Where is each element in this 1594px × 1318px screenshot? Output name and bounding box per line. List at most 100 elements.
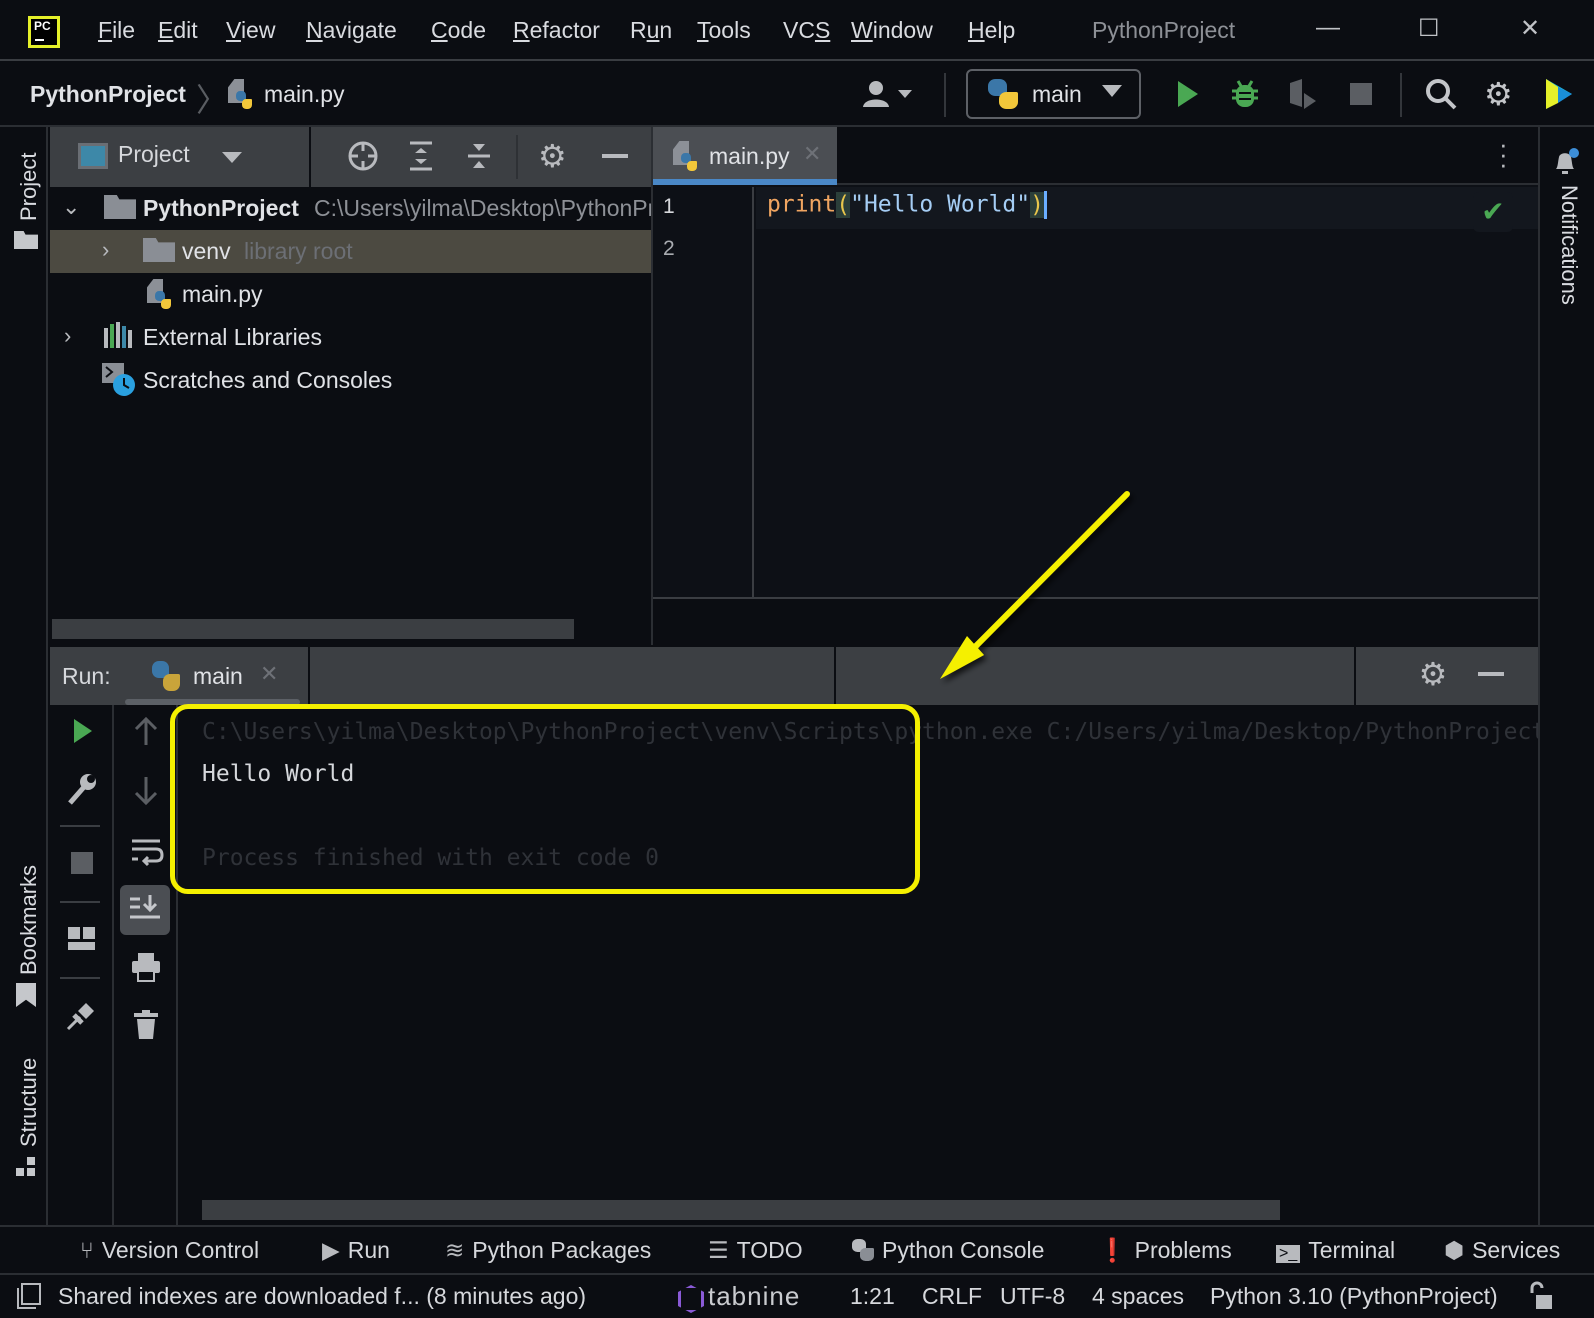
menu-view[interactable]: View bbox=[226, 17, 275, 44]
code-token-function: print bbox=[767, 191, 837, 218]
menu-tools[interactable]: Tools bbox=[697, 17, 751, 44]
hide-panel-icon[interactable] bbox=[1474, 657, 1508, 691]
pycharm-logo-icon[interactable]: PC bbox=[28, 16, 60, 48]
user-icon[interactable] bbox=[862, 79, 920, 109]
text-caret bbox=[1043, 191, 1047, 219]
navigation-bar: PythonProject 〉 main.py main ⚙ bbox=[0, 63, 1594, 127]
menu-window[interactable]: Window bbox=[851, 17, 933, 44]
lock-icon[interactable] bbox=[1528, 1281, 1554, 1311]
settings-icon[interactable]: ⚙ bbox=[538, 139, 572, 173]
settings-icon[interactable]: ⚙ bbox=[1416, 657, 1450, 691]
layout-icon[interactable] bbox=[64, 921, 100, 957]
menu-navigate[interactable]: Navigate bbox=[306, 17, 397, 44]
run-icon[interactable] bbox=[1170, 77, 1204, 111]
pin-icon[interactable] bbox=[64, 997, 100, 1033]
file-encoding[interactable]: UTF-8 bbox=[1000, 1283, 1065, 1310]
chevron-right-icon[interactable]: › bbox=[64, 323, 71, 349]
close-tab-icon[interactable]: ✕ bbox=[803, 141, 821, 167]
python-console-icon bbox=[852, 1239, 874, 1261]
tabnine-widget[interactable]: tabnine bbox=[708, 1281, 800, 1312]
tool-window-label: Version Control bbox=[101, 1237, 260, 1263]
tool-window-label: Python Console bbox=[882, 1237, 1045, 1263]
run-configuration-selector[interactable]: main bbox=[966, 69, 1141, 119]
menu-vcs[interactable]: VCS bbox=[783, 17, 830, 44]
breadcrumb-file[interactable]: main.py bbox=[264, 81, 345, 108]
minimize-button[interactable]: — bbox=[1316, 14, 1340, 42]
tool-window-todo[interactable]: ☰ TODO bbox=[708, 1237, 803, 1264]
menu-refactor[interactable]: Refactor bbox=[513, 17, 600, 44]
wrench-icon[interactable] bbox=[64, 771, 100, 807]
project-horizontal-scrollbar[interactable] bbox=[52, 619, 574, 639]
services-icon: ⬢ bbox=[1444, 1237, 1465, 1263]
settings-icon[interactable]: ⚙ bbox=[1484, 77, 1518, 111]
tool-window-bookmarks[interactable]: Bookmarks bbox=[16, 865, 42, 975]
tool-window-services[interactable]: ⬢ Services bbox=[1444, 1237, 1560, 1264]
stop-icon[interactable] bbox=[64, 845, 100, 881]
line-separator[interactable]: CRLF bbox=[922, 1283, 982, 1310]
menu-run[interactable]: Run bbox=[630, 17, 672, 44]
tool-window-label: Run bbox=[347, 1237, 390, 1263]
tool-window-problems[interactable]: ❗ Problems bbox=[1098, 1237, 1232, 1264]
tool-window-project[interactable]: Project bbox=[16, 153, 42, 221]
run-tab-main[interactable]: main bbox=[193, 663, 243, 690]
tree-item-scratches[interactable]: Scratches and Consoles bbox=[50, 359, 652, 402]
scroll-to-end-toggle[interactable] bbox=[120, 885, 170, 935]
project-view-selector[interactable]: Project bbox=[118, 141, 190, 168]
problems-icon: ❗ bbox=[1098, 1237, 1127, 1263]
code-token-paren: ) bbox=[1030, 191, 1044, 218]
cursor-position[interactable]: 1:21 bbox=[850, 1283, 895, 1310]
chevron-down-icon[interactable] bbox=[222, 152, 242, 163]
close-window-button[interactable]: ✕ bbox=[1520, 14, 1540, 43]
tree-item-external-libraries[interactable]: › External Libraries bbox=[50, 316, 652, 359]
scroll-up-icon[interactable] bbox=[128, 713, 164, 749]
coverage-icon[interactable] bbox=[1286, 77, 1320, 111]
locate-file-icon[interactable] bbox=[346, 139, 380, 173]
trash-icon[interactable] bbox=[128, 1007, 164, 1043]
todo-icon: ☰ bbox=[708, 1237, 729, 1263]
chevron-down-icon[interactable]: ⌄ bbox=[62, 194, 80, 220]
event-log-icon[interactable] bbox=[16, 1283, 42, 1309]
rerun-icon[interactable] bbox=[64, 713, 100, 749]
scroll-down-icon[interactable] bbox=[128, 773, 164, 809]
debug-icon[interactable] bbox=[1228, 77, 1262, 111]
toolbar-separator bbox=[60, 901, 100, 903]
indent-setting[interactable]: 4 spaces bbox=[1092, 1283, 1184, 1310]
code-line[interactable]: print("Hello World") bbox=[767, 191, 1047, 219]
python-interpreter[interactable]: Python 3.10 (PythonProject) bbox=[1210, 1283, 1498, 1310]
print-icon[interactable] bbox=[128, 949, 164, 985]
tree-item-main-py[interactable]: main.py bbox=[50, 273, 652, 316]
run-toolbar-secondary bbox=[114, 705, 178, 1225]
tool-window-python-packages[interactable]: ≋ Python Packages bbox=[445, 1237, 651, 1264]
more-options-icon[interactable]: · · · bbox=[1499, 131, 1509, 177]
tool-window-run[interactable]: ▶ Run bbox=[322, 1237, 390, 1264]
annotation-highlight-box bbox=[170, 704, 920, 894]
tool-window-python-console[interactable]: Python Console bbox=[852, 1237, 1044, 1264]
maximize-button[interactable]: ☐ bbox=[1418, 14, 1440, 43]
breadcrumb-project[interactable]: PythonProject bbox=[30, 81, 186, 108]
notifications-bell-icon[interactable] bbox=[1552, 147, 1582, 177]
editor-tab-main-py[interactable]: main.py ✕ bbox=[653, 127, 837, 185]
menu-help[interactable]: Help bbox=[968, 17, 1015, 44]
menu-edit[interactable]: Edit bbox=[158, 17, 198, 44]
soft-wrap-icon[interactable] bbox=[128, 833, 164, 869]
tree-item-venv[interactable]: › venv library root bbox=[50, 230, 652, 273]
tool-window-version-control[interactable]: ⑂ Version Control bbox=[80, 1237, 259, 1264]
jetbrains-icon[interactable] bbox=[1542, 77, 1576, 111]
menu-file[interactable]: File bbox=[98, 17, 135, 44]
tree-item-pythonproject[interactable]: ⌄ PythonProject C:\Users\yilma\Desktop\P… bbox=[50, 187, 652, 230]
stop-icon[interactable] bbox=[1344, 77, 1378, 111]
search-icon[interactable] bbox=[1424, 77, 1458, 111]
console-horizontal-scrollbar[interactable] bbox=[202, 1200, 1280, 1220]
expand-all-icon[interactable] bbox=[404, 139, 438, 173]
status-message[interactable]: Shared indexes are downloaded f... (8 mi… bbox=[58, 1283, 586, 1310]
chevron-right-icon[interactable]: › bbox=[102, 237, 109, 263]
window-title: PythonProject bbox=[1092, 17, 1236, 43]
tool-window-notifications[interactable]: Notifications bbox=[1556, 185, 1582, 305]
inspection-ok-icon[interactable]: ✔ bbox=[1473, 192, 1513, 232]
close-tab-icon[interactable]: ✕ bbox=[260, 661, 278, 687]
tool-window-terminal[interactable]: >_ Terminal bbox=[1276, 1237, 1395, 1264]
menu-code[interactable]: Code bbox=[431, 17, 486, 44]
tool-window-structure[interactable]: Structure bbox=[16, 1058, 42, 1147]
hide-panel-icon[interactable] bbox=[598, 139, 632, 173]
collapse-all-icon[interactable] bbox=[462, 139, 496, 173]
